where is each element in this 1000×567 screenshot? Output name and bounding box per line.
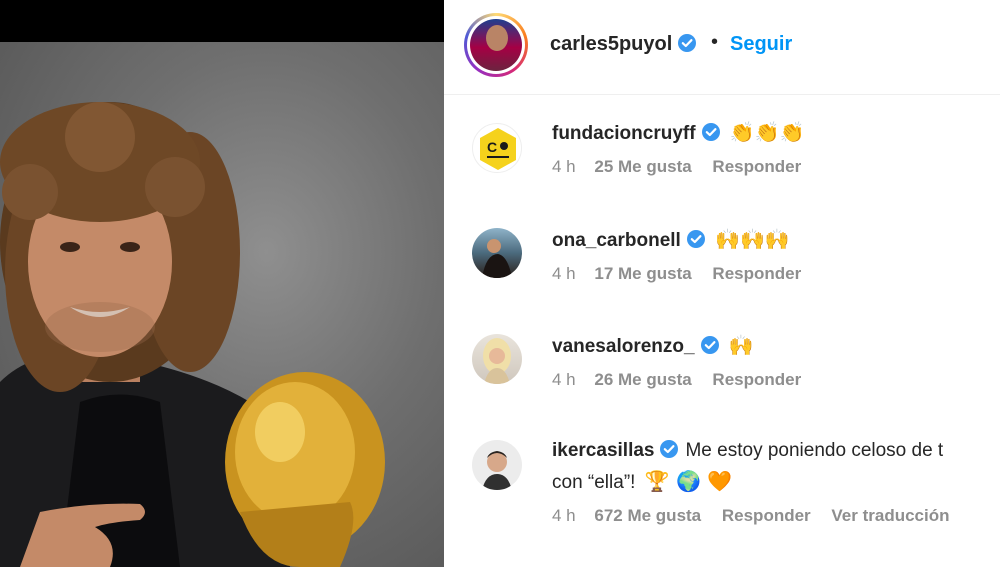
author-username-text[interactable]: carles5puyol: [550, 33, 672, 55]
comment-username[interactable]: vanesalorenzo_: [552, 336, 695, 357]
commenter-avatar[interactable]: [472, 440, 522, 490]
reply-button[interactable]: Responder: [712, 157, 801, 176]
comment-username[interactable]: ona_carbonell: [552, 230, 681, 251]
comment-text-continued: con “ella”!: [552, 472, 636, 493]
comment-likes[interactable]: 25 Me gusta: [594, 157, 691, 176]
svg-text:C: C: [487, 139, 497, 155]
comment-time[interactable]: 4 h: [552, 506, 576, 525]
comment-likes[interactable]: 26 Me gusta: [594, 370, 691, 389]
see-translation-button[interactable]: Ver traducción: [831, 506, 949, 525]
post-photo[interactable]: [0, 0, 444, 567]
comments-panel: carles5puyol • Seguir C fundacioncruyff …: [444, 0, 1000, 567]
comment-text: Me estoy poniendo celoso de t: [685, 440, 944, 461]
comment-username[interactable]: ikercasillas: [552, 440, 654, 461]
comment-likes[interactable]: 17 Me gusta: [594, 264, 691, 283]
follow-button[interactable]: Seguir: [730, 33, 792, 56]
comment-time[interactable]: 4 h: [552, 157, 576, 176]
comment-likes[interactable]: 672 Me gusta: [594, 506, 701, 525]
commenter-avatar[interactable]: [472, 334, 522, 384]
author-username[interactable]: carles5puyol: [550, 33, 697, 56]
comment-time[interactable]: 4 h: [552, 264, 576, 283]
commenter-avatar[interactable]: C: [472, 123, 522, 173]
fundacion-logo-icon: C: [480, 128, 516, 170]
post-header: carles5puyol • Seguir: [444, 0, 1000, 95]
commenter-photo-icon: [483, 338, 511, 384]
verified-badge-icon: [701, 123, 720, 141]
clap-emoji-icon: 👏👏👏: [729, 120, 805, 144]
commenter-avatar[interactable]: [472, 228, 522, 278]
author-avatar[interactable]: [464, 13, 528, 77]
reply-button[interactable]: Responder: [712, 370, 801, 389]
commenter-photo-icon: [482, 239, 512, 278]
photo-image: [0, 102, 385, 567]
commenter-photo-icon: [482, 451, 512, 490]
verified-badge-icon: [700, 336, 719, 354]
reply-button[interactable]: Responder: [712, 264, 801, 283]
raising-hands-emoji-icon: 🙌🙌🙌: [715, 227, 790, 251]
photo-top-bar: [0, 0, 444, 42]
verified-badge-icon: [678, 34, 697, 52]
comment-username[interactable]: fundacioncruyff: [552, 123, 696, 144]
comment-time[interactable]: 4 h: [552, 370, 576, 389]
verified-badge-icon: [660, 440, 679, 458]
separator-dot: •: [711, 31, 719, 53]
raising-hands-emoji-icon: 🙌: [728, 333, 754, 357]
reply-button[interactable]: Responder: [722, 506, 811, 525]
verified-badge-icon: [686, 230, 705, 248]
trophy-globe-heart-emoji-icon: 🏆 🌍 🧡: [644, 469, 733, 493]
